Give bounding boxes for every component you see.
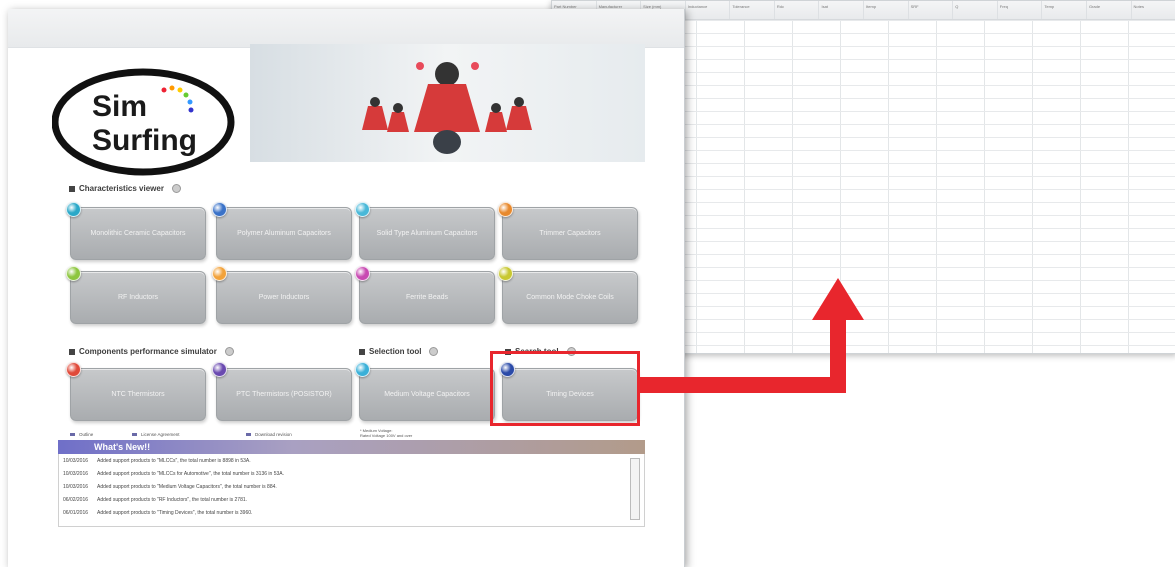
red-arrow-annotation: [640, 278, 864, 393]
